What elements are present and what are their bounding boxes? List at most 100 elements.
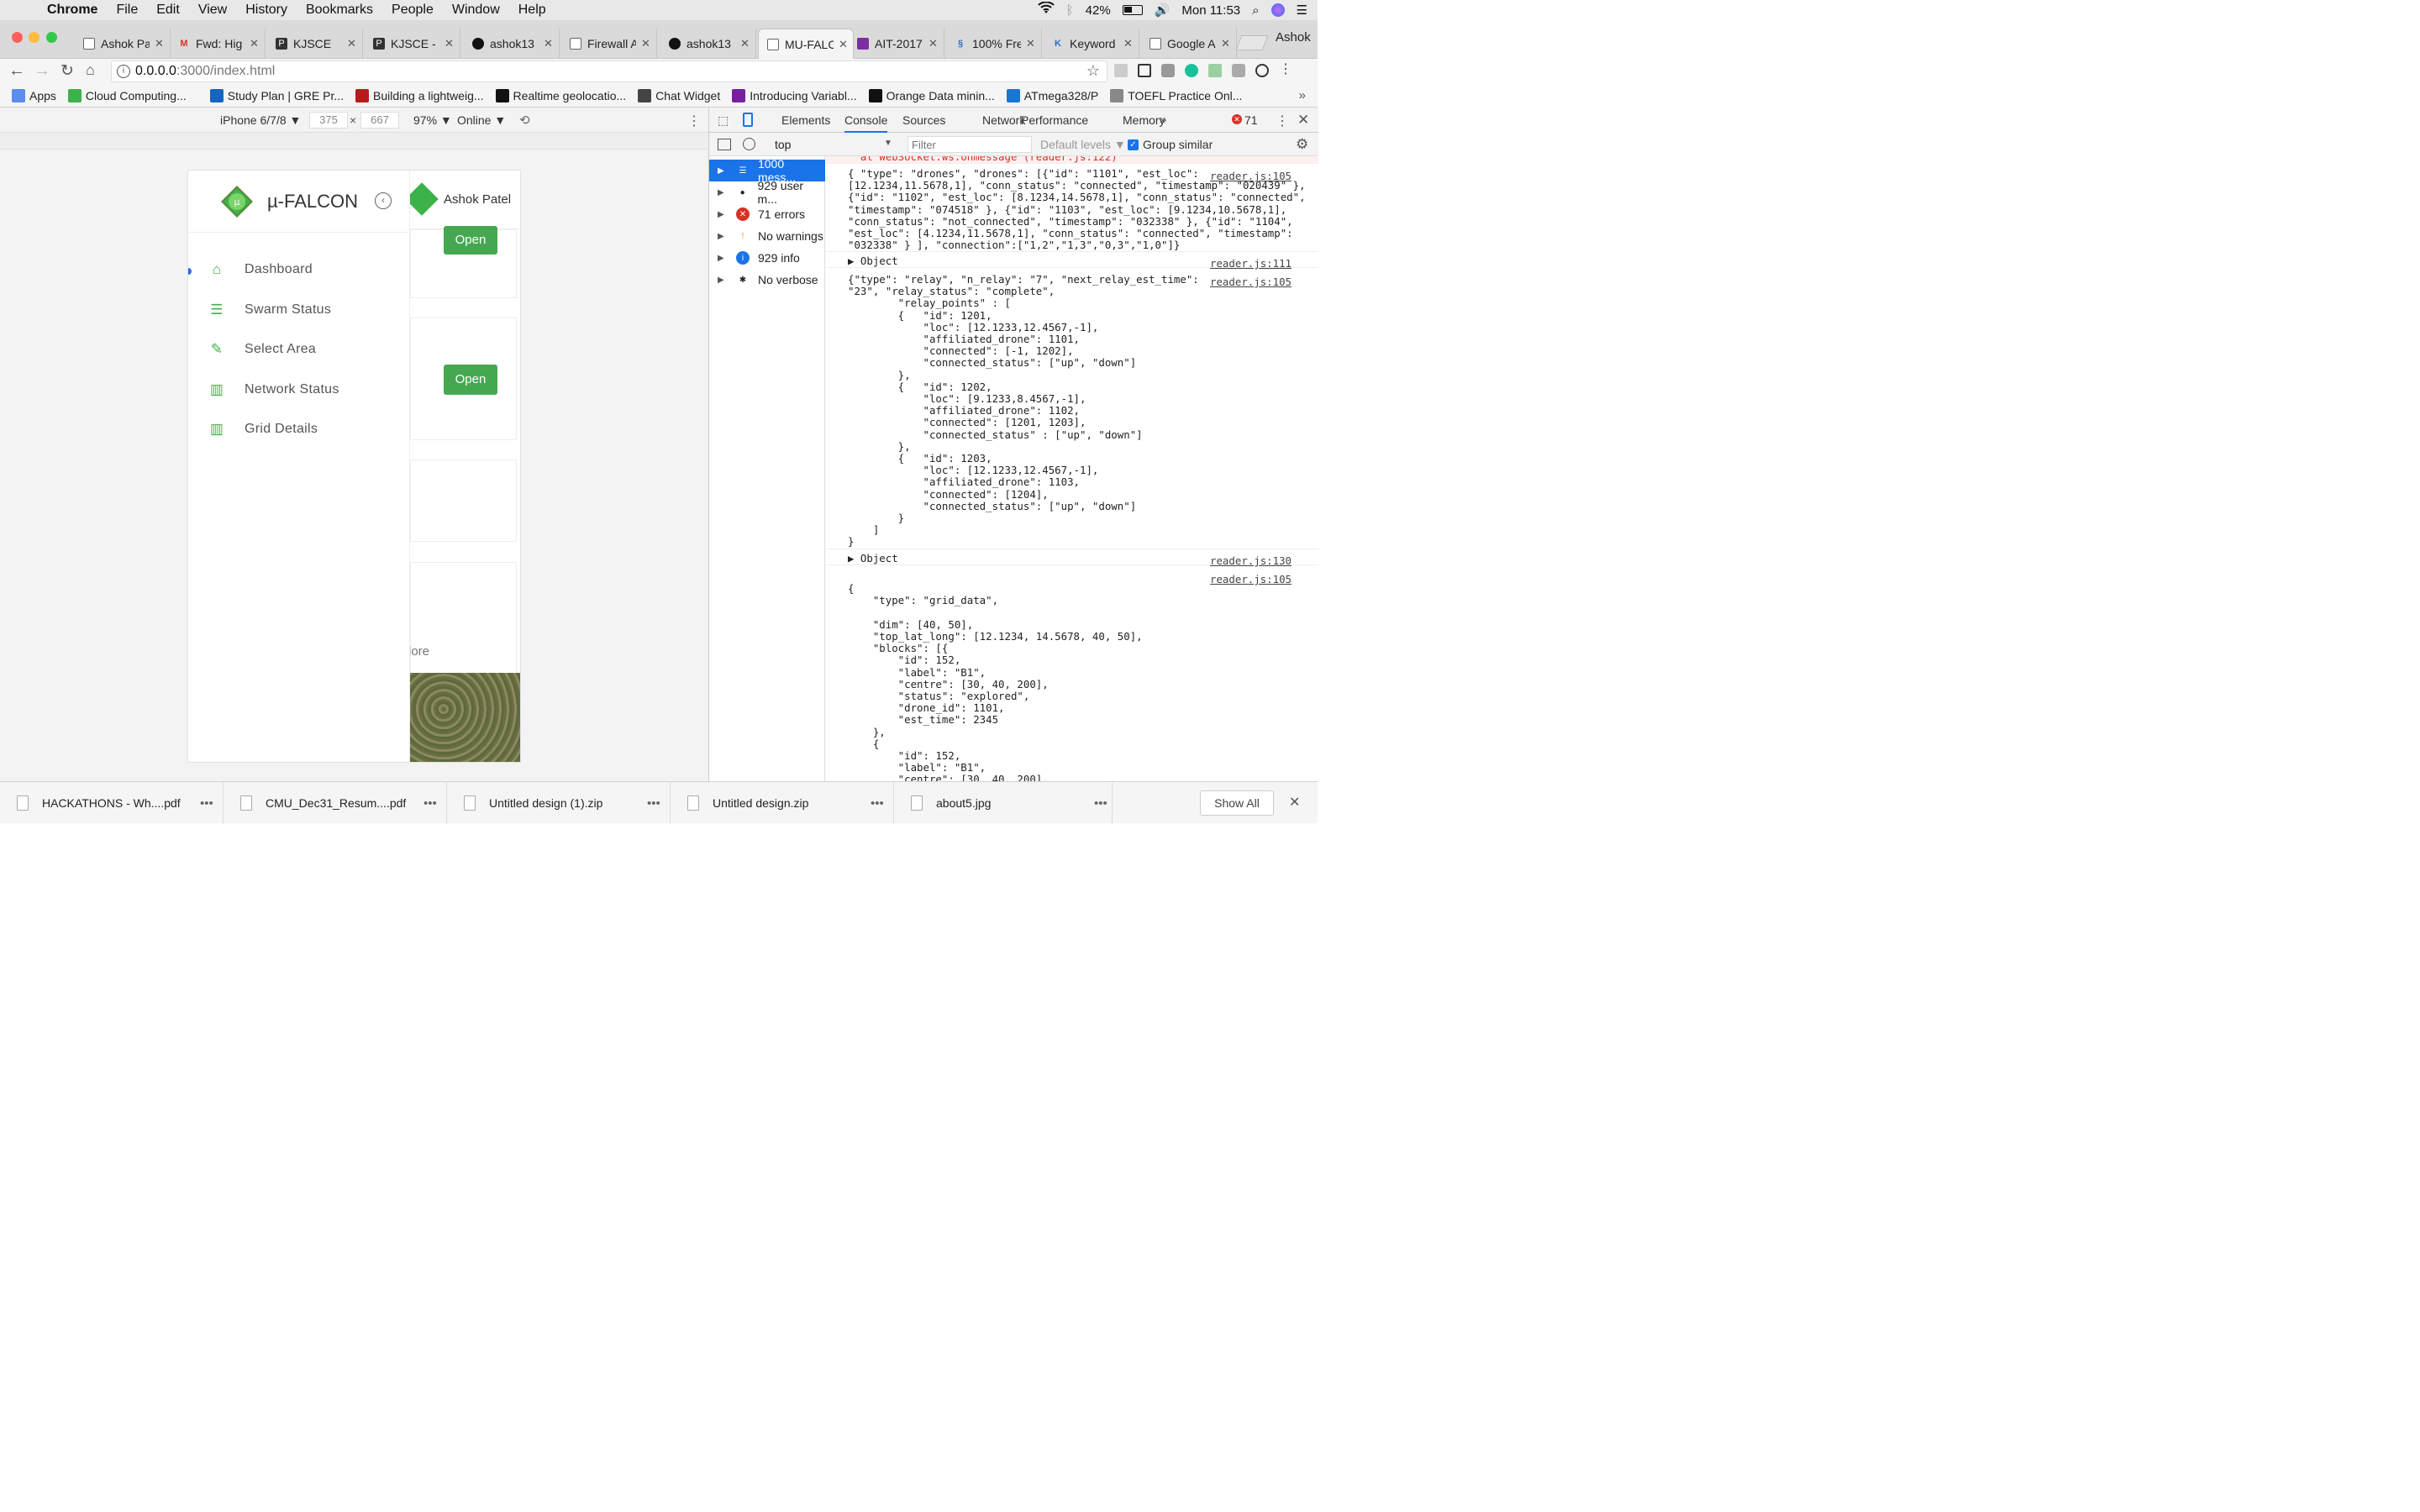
- browser-tab[interactable]: K Keyword ✕: [1044, 29, 1139, 59]
- group-similar-checkbox[interactable]: ✓: [1128, 139, 1139, 150]
- devtools-tab-sources[interactable]: Sources: [902, 113, 945, 127]
- bookmark-item[interactable]: Cloud Computing...: [67, 88, 187, 102]
- bluetooth-icon[interactable]: ᛒ: [1066, 3, 1074, 18]
- download-item[interactable]: Untitled design.zip •••: [687, 782, 894, 824]
- address-bar[interactable]: i 0.0.0.0:3000/index.html ☆: [111, 60, 1107, 82]
- device-mode-icon[interactable]: [743, 113, 753, 127]
- browser-tab[interactable]: Firewall A ✕: [561, 29, 657, 59]
- sidebar-item-dashboard[interactable]: ⌂ Dashboard: [208, 261, 313, 278]
- close-tab-icon[interactable]: ✕: [1221, 37, 1230, 50]
- browser-tab[interactable]: P KJSCE - ✕: [365, 29, 460, 59]
- spotlight-search-icon[interactable]: ⌕: [1252, 3, 1259, 18]
- devtools-tab-elements[interactable]: Elements: [781, 113, 830, 127]
- console-filter-error[interactable]: ▶ ✕ 71 errors: [709, 203, 825, 225]
- download-item[interactable]: HACKATHONS - Wh....pdf •••: [17, 782, 224, 824]
- bookmark-item[interactable]: TOEFL Practice Onl...: [1110, 88, 1242, 102]
- console-filter-input[interactable]: [908, 136, 1032, 153]
- zoom-select[interactable]: 97% ▼: [413, 113, 452, 127]
- browser-tab[interactable]: ashok13 ✕: [464, 29, 560, 59]
- devtools-menu-icon[interactable]: ⋮: [1276, 113, 1289, 129]
- console-filter-user[interactable]: ▶ ● 929 user m...: [709, 179, 825, 206]
- browser-tab[interactable]: AIT-2017 ✕: [849, 29, 944, 59]
- device-toolbar-menu-icon[interactable]: ⋮: [687, 113, 701, 129]
- bookmark-item[interactable]: Chat Widget: [638, 88, 720, 102]
- toggle-sidebar-icon[interactable]: [718, 139, 731, 150]
- extension-camera-icon[interactable]: [1161, 64, 1175, 77]
- browser-tab[interactable]: ashok13 ✕: [660, 29, 756, 59]
- close-tab-icon[interactable]: ✕: [740, 37, 750, 50]
- close-downloads-icon[interactable]: ✕: [1289, 794, 1300, 811]
- expand-arrow-icon[interactable]: ▶: [718, 276, 729, 285]
- console-filter-info[interactable]: ▶ i 929 info: [709, 247, 825, 269]
- console-filter-warning[interactable]: ▶! No warnings: [709, 225, 825, 247]
- expand-arrow-icon[interactable]: ▶: [718, 188, 729, 197]
- bookmark-item[interactable]: Apps: [12, 88, 56, 102]
- home-icon[interactable]: ⌂: [86, 61, 95, 79]
- error-badge-icon[interactable]: ✕: [1232, 114, 1242, 124]
- new-tab-button[interactable]: [1235, 35, 1269, 50]
- browser-tab[interactable]: MU-FALC ✕: [758, 29, 854, 59]
- device-width-input[interactable]: 375: [309, 112, 348, 129]
- bookmark-star-icon[interactable]: ☆: [1086, 62, 1100, 80]
- console-filter-bug[interactable]: ▶ ✱ No verbose: [709, 269, 825, 291]
- window-zoom-button[interactable]: [46, 32, 57, 43]
- bookmark-item[interactable]: Realtime geolocatio...: [495, 88, 626, 102]
- browser-tab[interactable]: Ashok Pa ✕: [75, 29, 171, 59]
- volume-icon[interactable]: 🔊: [1155, 3, 1171, 18]
- menu-edit[interactable]: Edit: [156, 3, 180, 18]
- menu-view[interactable]: View: [198, 3, 227, 18]
- close-tab-icon[interactable]: ✕: [1026, 37, 1035, 50]
- close-tab-icon[interactable]: ✕: [445, 37, 454, 50]
- close-tab-icon[interactable]: ✕: [544, 37, 553, 50]
- extension-cast-icon[interactable]: [1114, 64, 1128, 77]
- bookmark-item[interactable]: ATmega328/P: [1006, 88, 1098, 102]
- source-link[interactable]: reader.js:111: [1210, 257, 1292, 270]
- source-link[interactable]: reader.js:105: [1210, 170, 1292, 182]
- extension-link-icon[interactable]: [1255, 64, 1269, 77]
- devtools-tab-performance[interactable]: Performance: [1021, 113, 1088, 127]
- expand-arrow-icon[interactable]: ▶: [718, 210, 729, 219]
- inspect-element-icon[interactable]: ⬚: [718, 113, 729, 128]
- menu-people[interactable]: People: [392, 3, 434, 18]
- clock[interactable]: Mon 11:53: [1181, 3, 1240, 18]
- app-brand[interactable]: µ-FALCON: [267, 191, 358, 213]
- close-tab-icon[interactable]: ✕: [641, 37, 650, 50]
- chrome-menu-icon[interactable]: ⋮: [1279, 63, 1292, 77]
- extension-window-icon[interactable]: [1138, 64, 1151, 77]
- sidebar-item-grid-details[interactable]: ▥ Grid Details: [208, 421, 318, 438]
- download-item[interactable]: CMU_Dec31_Resum....pdf •••: [240, 782, 447, 824]
- bookmark-item[interactable]: Study Plan | GRE Pr...: [209, 88, 344, 102]
- close-tab-icon[interactable]: ✕: [839, 38, 848, 51]
- log-levels-select[interactable]: Default levels ▼: [1040, 138, 1126, 151]
- browser-tab[interactable]: P KJSCE ✕: [267, 29, 363, 59]
- more-bookmarks-icon[interactable]: »: [1299, 88, 1306, 102]
- source-link[interactable]: reader.js:105: [1210, 573, 1292, 585]
- reload-icon[interactable]: ↻: [60, 61, 74, 81]
- devtools-tab-memory[interactable]: Memory: [1123, 113, 1165, 127]
- more-tabs-icon[interactable]: »: [1160, 113, 1166, 127]
- menu-history[interactable]: History: [245, 3, 287, 18]
- menu-bookmarks[interactable]: Bookmarks: [306, 3, 373, 18]
- sidebar-item-network-status[interactable]: ▥ Network Status: [208, 381, 339, 398]
- device-select[interactable]: iPhone 6/7/8 ▼: [220, 113, 301, 127]
- battery-icon[interactable]: [1122, 5, 1143, 15]
- menu-file[interactable]: File: [116, 3, 138, 18]
- window-minimize-button[interactable]: [29, 32, 39, 43]
- notification-center-icon[interactable]: ☰: [1297, 3, 1307, 18]
- devtools-tab-console[interactable]: Console: [844, 113, 888, 133]
- download-item[interactable]: Untitled design (1).zip •••: [464, 782, 671, 824]
- close-tab-icon[interactable]: ✕: [1123, 37, 1133, 50]
- sidebar-item-select-area[interactable]: ✎ Select Area: [208, 341, 316, 358]
- error-count[interactable]: 71: [1244, 113, 1258, 127]
- bookmark-item[interactable]: Introducing Variabl...: [732, 88, 857, 102]
- wifi-icon[interactable]: [1037, 1, 1055, 18]
- expand-arrow-icon[interactable]: ▶: [718, 232, 729, 241]
- extension-audio-icon[interactable]: [1208, 64, 1222, 77]
- close-tab-icon[interactable]: ✕: [250, 37, 259, 50]
- open-button[interactable]: Open: [444, 365, 497, 395]
- context-select[interactable]: top: [775, 138, 791, 151]
- close-devtools-icon[interactable]: ✕: [1297, 112, 1309, 129]
- siri-icon[interactable]: [1270, 3, 1285, 17]
- bookmark-item[interactable]: Building a lightweig...: [355, 88, 484, 102]
- show-all-button[interactable]: Show All: [1200, 790, 1274, 816]
